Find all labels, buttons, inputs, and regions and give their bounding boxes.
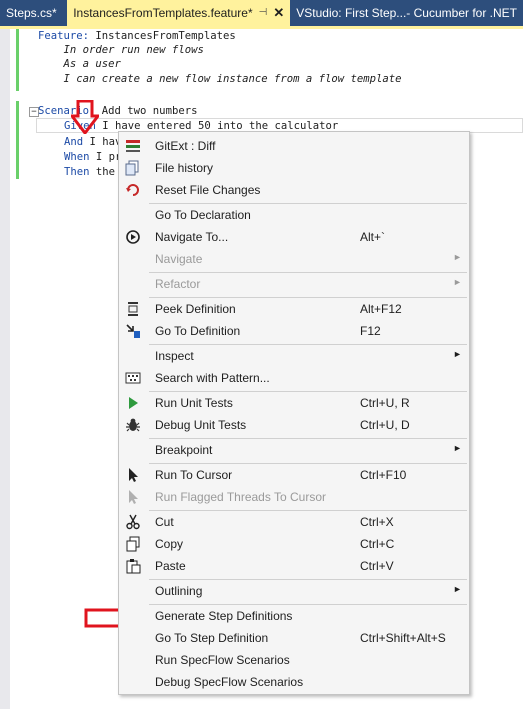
- cursor-disabled-icon: [125, 489, 141, 505]
- submenu-arrow-icon: ►: [453, 252, 462, 262]
- menu-item-navigate-to[interactable]: Navigate To... Alt+`: [119, 226, 469, 248]
- play-icon: [125, 395, 141, 411]
- menu-item-paste[interactable]: Paste Ctrl+V: [119, 555, 469, 577]
- tab-label: Steps.cs*: [6, 6, 57, 20]
- submenu-arrow-icon: ►: [453, 277, 462, 287]
- copy-icon: [125, 536, 141, 552]
- menu-item-outlining[interactable]: Outlining ►: [119, 580, 469, 602]
- menu-item-go-to-definition[interactable]: Go To Definition F12: [119, 320, 469, 342]
- submenu-arrow-icon: ►: [453, 349, 462, 359]
- menu-item-cut[interactable]: Cut Ctrl+X: [119, 511, 469, 533]
- context-menu: GitExt : Diff File history Reset File Ch…: [118, 131, 470, 695]
- menu-item-run-to-cursor[interactable]: Run To Cursor Ctrl+F10: [119, 464, 469, 486]
- code-line: When I pr: [64, 151, 122, 163]
- scissors-icon: [125, 514, 141, 530]
- menu-item-run-specflow-scenarios[interactable]: Run SpecFlow Scenarios: [119, 649, 469, 671]
- tab-vstudio-first-step[interactable]: VStudio: First Step...- Cucumber for .NE…: [290, 0, 523, 26]
- code-line: As a user: [38, 58, 121, 70]
- menu-item-debug-specflow-scenarios[interactable]: Debug SpecFlow Scenarios: [119, 671, 469, 693]
- menu-item-copy[interactable]: Copy Ctrl+C: [119, 533, 469, 555]
- paste-icon: [125, 558, 141, 574]
- file-history-icon: [125, 160, 141, 176]
- change-indicator: [16, 101, 19, 179]
- tab-label: InstancesFromTemplates.feature*: [73, 6, 253, 20]
- bug-icon: [125, 417, 141, 433]
- close-icon[interactable]: ✕: [273, 1, 284, 25]
- menu-item-reset-file-changes[interactable]: Reset File Changes: [119, 179, 469, 201]
- menu-item-search-with-pattern[interactable]: Search with Pattern...: [119, 367, 469, 389]
- menu-item-generate-step-definitions[interactable]: Generate Step Definitions: [119, 605, 469, 627]
- submenu-arrow-icon: ►: [453, 443, 462, 453]
- annotation-arrow-down-icon: [71, 100, 99, 134]
- code-line: Feature: InstancesFromTemplates: [38, 30, 236, 42]
- menu-item-run-unit-tests[interactable]: Run Unit Tests Ctrl+U, R: [119, 392, 469, 414]
- pattern-icon: [125, 370, 141, 386]
- code-line: In order run new flows: [38, 44, 204, 56]
- code-line: I can create a new flow instance from a …: [38, 73, 402, 85]
- tab-instances-feature[interactable]: InstancesFromTemplates.feature* ⊣ ✕: [67, 0, 291, 26]
- menu-item-debug-unit-tests[interactable]: Debug Unit Tests Ctrl+U, D: [119, 414, 469, 436]
- menu-item-go-to-step-definition[interactable]: Go To Step Definition Ctrl+Shift+Alt+S: [119, 627, 469, 649]
- menu-item-run-flagged-threads-to-cursor[interactable]: Run Flagged Threads To Cursor: [119, 486, 469, 508]
- menu-item-go-to-declaration[interactable]: Go To Declaration: [119, 204, 469, 226]
- code-line: Then the: [64, 166, 116, 178]
- tab-label: VStudio: First Step...- Cucumber for .NE…: [296, 6, 517, 20]
- diff-icon: [125, 138, 141, 154]
- navigate-icon: [125, 229, 141, 245]
- document-tab-strip: Steps.cs* InstancesFromTemplates.feature…: [0, 0, 523, 26]
- menu-item-gitext-diff[interactable]: GitExt : Diff: [119, 135, 469, 157]
- submenu-arrow-icon: ►: [453, 584, 462, 594]
- code-line: And I hav: [64, 136, 122, 148]
- menu-item-peek-definition[interactable]: Peek Definition Alt+F12: [119, 298, 469, 320]
- menu-item-inspect[interactable]: Inspect ►: [119, 345, 469, 367]
- code-line: Scenario: Add two numbers: [38, 105, 198, 117]
- goto-def-icon: [125, 323, 141, 339]
- reset-icon: [125, 182, 141, 198]
- tab-steps-cs[interactable]: Steps.cs*: [0, 0, 67, 26]
- change-indicator: [16, 29, 19, 91]
- peek-icon: [125, 301, 141, 317]
- menu-item-breakpoint[interactable]: Breakpoint ►: [119, 439, 469, 461]
- menu-item-refactor[interactable]: Refactor ►: [119, 273, 469, 295]
- editor-margin: [0, 29, 10, 709]
- menu-item-file-history[interactable]: File history: [119, 157, 469, 179]
- pin-icon[interactable]: ⊣: [259, 1, 268, 25]
- cursor-icon: [125, 467, 141, 483]
- menu-item-navigate[interactable]: Navigate ►: [119, 248, 469, 270]
